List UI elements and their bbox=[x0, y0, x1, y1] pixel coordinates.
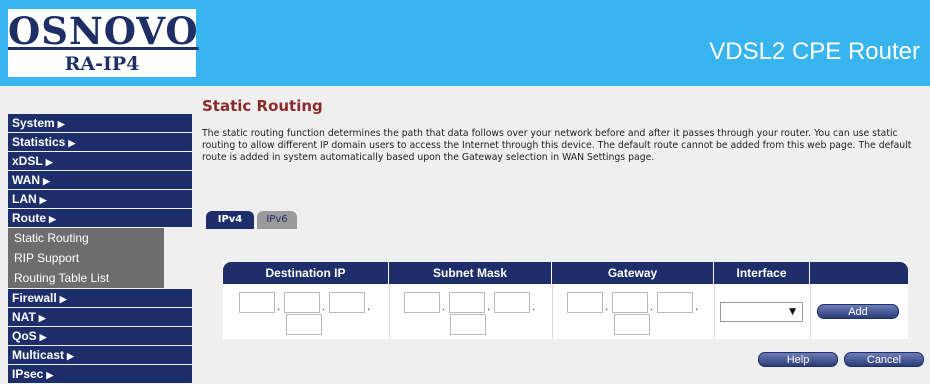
ip-separator: . bbox=[487, 302, 491, 313]
gateway-octet-2[interactable] bbox=[612, 292, 648, 313]
destination-ip-octet-3[interactable] bbox=[329, 292, 365, 313]
sidebar-item-firewall[interactable]: Firewall ▶ bbox=[8, 289, 192, 307]
interface-select[interactable]: ▼ bbox=[720, 302, 803, 322]
triangle-right-icon: ▶ bbox=[49, 214, 56, 224]
submenu-item-static-routing[interactable]: Static Routing bbox=[8, 228, 164, 248]
triangle-right-icon: ▶ bbox=[39, 332, 47, 342]
header-bar: OSNOVO RA-IP4 VDSL2 CPE Router bbox=[0, 0, 930, 86]
triangle-right-icon: ▶ bbox=[43, 176, 50, 186]
column-header-gateway: Gateway bbox=[552, 262, 714, 284]
sidebar-item-nat[interactable]: NAT ▶ bbox=[8, 308, 192, 326]
main-content: Static Routing The static routing functi… bbox=[202, 96, 922, 164]
triangle-down-icon: ▼ bbox=[789, 307, 796, 317]
sidebar-nav: System ▶ Statistics ▶ xDSL ▶ WAN ▶ LAN ▶ Rout… bbox=[8, 114, 192, 384]
sidebar-item-label: System bbox=[12, 116, 55, 130]
sidebar-item-wan[interactable]: WAN ▶ bbox=[8, 171, 192, 189]
gateway-octet-1[interactable] bbox=[567, 292, 603, 313]
page-description: The static routing function determines t… bbox=[202, 128, 912, 163]
ip-separator: . bbox=[650, 302, 654, 313]
logo-text: OSNOVO bbox=[8, 9, 199, 53]
column-header-subnet-mask: Subnet Mask bbox=[389, 262, 552, 284]
ip-separator: . bbox=[322, 302, 326, 313]
subnet-mask-octet-3[interactable] bbox=[494, 292, 530, 313]
tab-ipv6[interactable]: IPv6 bbox=[257, 211, 297, 229]
gateway-octet-3[interactable] bbox=[657, 292, 693, 313]
triangle-right-icon: ▶ bbox=[38, 313, 46, 323]
destination-ip-octet-1[interactable] bbox=[239, 292, 275, 313]
tab-ipv4[interactable]: IPv4 bbox=[206, 211, 254, 229]
ip-separator: . bbox=[367, 302, 371, 313]
triangle-right-icon: ▶ bbox=[45, 157, 53, 167]
sidebar-item-label: xDSL bbox=[12, 154, 43, 168]
sidebar-item-lan[interactable]: LAN ▶ bbox=[8, 190, 192, 208]
help-button[interactable]: Help bbox=[758, 352, 838, 367]
sidebar-item-statistics[interactable]: Statistics ▶ bbox=[8, 133, 192, 151]
destination-ip-octet-2[interactable] bbox=[284, 292, 320, 313]
sidebar-item-ipsec[interactable]: IPsec ▶ bbox=[8, 365, 192, 383]
subnet-mask-octet-4[interactable] bbox=[450, 314, 486, 335]
sidebar-item-system[interactable]: System ▶ bbox=[8, 114, 192, 132]
sidebar-item-label: Statistics bbox=[12, 135, 66, 149]
ip-separator: . bbox=[695, 302, 699, 313]
triangle-right-icon: ▶ bbox=[46, 370, 54, 380]
sidebar-item-label: IPsec bbox=[12, 367, 44, 381]
sidebar-item-label: WAN bbox=[12, 173, 40, 187]
add-button[interactable]: Add bbox=[817, 304, 899, 319]
column-divider bbox=[714, 284, 715, 339]
cancel-button[interactable]: Cancel bbox=[844, 352, 924, 367]
sidebar-item-label: NAT bbox=[12, 310, 36, 324]
sidebar-item-route[interactable]: Route ▶ bbox=[8, 209, 192, 227]
product-title: VDSL2 CPE Router bbox=[709, 38, 920, 65]
column-header-action bbox=[810, 262, 908, 284]
sidebar-item-multicast[interactable]: Multicast ▶ bbox=[8, 346, 192, 364]
ip-separator: . bbox=[442, 302, 446, 313]
ip-separator: . bbox=[605, 302, 609, 313]
column-header-destination-ip: Destination IP bbox=[223, 262, 389, 284]
column-header-interface: Interface bbox=[714, 262, 810, 284]
submenu-item-rip-support[interactable]: RIP Support bbox=[8, 248, 164, 268]
triangle-right-icon: ▶ bbox=[67, 351, 74, 361]
subnet-mask-octet-1[interactable] bbox=[404, 292, 440, 313]
route-submenu: Static Routing RIP Support Routing Table… bbox=[8, 228, 192, 288]
subnet-mask-octet-2[interactable] bbox=[449, 292, 485, 313]
sidebar-item-xdsl[interactable]: xDSL ▶ bbox=[8, 152, 192, 170]
sidebar-item-label: Route bbox=[12, 211, 46, 225]
sidebar-item-qos[interactable]: QoS ▶ bbox=[8, 327, 192, 345]
page-title: Static Routing bbox=[202, 97, 323, 115]
column-divider bbox=[389, 284, 390, 339]
destination-ip-octet-4[interactable] bbox=[286, 314, 322, 335]
ip-separator: . bbox=[532, 302, 536, 313]
logo: OSNOVO RA-IP4 bbox=[8, 9, 199, 77]
triangle-right-icon: ▶ bbox=[59, 294, 67, 304]
sidebar-item-label: Multicast bbox=[12, 348, 65, 362]
sidebar-item-label: LAN bbox=[12, 192, 37, 206]
sidebar-item-label: Firewall bbox=[12, 291, 57, 305]
submenu-spacer bbox=[164, 228, 192, 288]
triangle-right-icon: ▶ bbox=[39, 195, 47, 205]
table-header: Destination IP Subnet Mask Gateway Inter… bbox=[223, 262, 908, 284]
sidebar-item-label: QoS bbox=[12, 329, 37, 343]
triangle-right-icon: ▶ bbox=[68, 138, 76, 148]
gateway-octet-4[interactable] bbox=[614, 314, 650, 335]
column-divider bbox=[810, 284, 811, 339]
triangle-right-icon: ▶ bbox=[57, 119, 65, 129]
static-route-table: Destination IP Subnet Mask Gateway Inter… bbox=[223, 262, 908, 339]
ip-separator: . bbox=[277, 302, 281, 313]
column-divider bbox=[552, 284, 553, 339]
model-name: RA-IP4 bbox=[64, 53, 140, 75]
submenu-item-routing-table-list[interactable]: Routing Table List bbox=[8, 268, 164, 288]
